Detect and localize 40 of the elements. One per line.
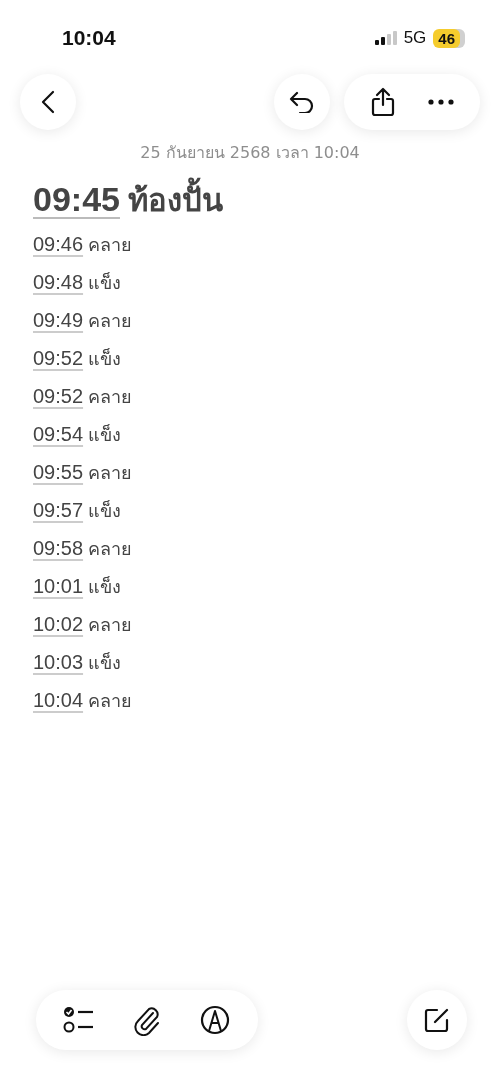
- more-icon: [428, 99, 454, 105]
- note-text: แข็ง: [88, 347, 122, 371]
- note-text: คลาย: [88, 309, 133, 333]
- note-text: คลาย: [88, 613, 133, 637]
- time-link[interactable]: 09:49: [33, 301, 84, 339]
- note-text: แข็ง: [88, 575, 122, 599]
- time-link[interactable]: 10:02: [33, 605, 84, 643]
- signal-icon: [374, 31, 397, 45]
- time-link[interactable]: 09:55: [33, 453, 84, 491]
- time-link[interactable]: 09:52: [33, 377, 84, 415]
- time-link[interactable]: 10:01: [33, 567, 84, 605]
- time-link[interactable]: 09:54: [33, 415, 84, 453]
- note-text: คลาย: [88, 461, 133, 485]
- note-text: แข็ง: [88, 499, 122, 523]
- time-link[interactable]: 09:57: [33, 491, 84, 529]
- checklist-icon: [63, 1006, 95, 1034]
- note-text: แข็ง: [88, 651, 122, 675]
- time-link[interactable]: 09:45: [33, 180, 120, 219]
- note-title: ท้องปั้น: [127, 175, 223, 225]
- chevron-left-icon: [41, 90, 55, 114]
- time-link[interactable]: 09:48: [33, 263, 84, 301]
- time-link[interactable]: 09:52: [33, 339, 84, 377]
- status-time: 10:04: [62, 26, 116, 50]
- network-label: 5G: [403, 28, 427, 48]
- note-text: คลาย: [88, 233, 133, 257]
- time-link[interactable]: 10:04: [33, 681, 84, 719]
- pen-tip-icon: [200, 1005, 230, 1035]
- note-date: 25 กันยายน 2568 เวลา 10:04: [139, 142, 361, 164]
- paperclip-icon: [133, 1004, 161, 1036]
- note-text: แข็ง: [88, 423, 122, 447]
- note-text: คลาย: [88, 689, 133, 713]
- note-text: คลาย: [88, 385, 133, 409]
- time-link[interactable]: 10:03: [33, 643, 84, 681]
- note-text: คลาย: [88, 537, 133, 561]
- time-link[interactable]: 09:58: [33, 529, 84, 567]
- share-icon: [371, 87, 395, 117]
- compose-icon: [423, 1006, 451, 1034]
- undo-icon: [289, 91, 315, 113]
- time-link[interactable]: 09:46: [33, 225, 84, 263]
- note-text: แข็ง: [88, 271, 122, 295]
